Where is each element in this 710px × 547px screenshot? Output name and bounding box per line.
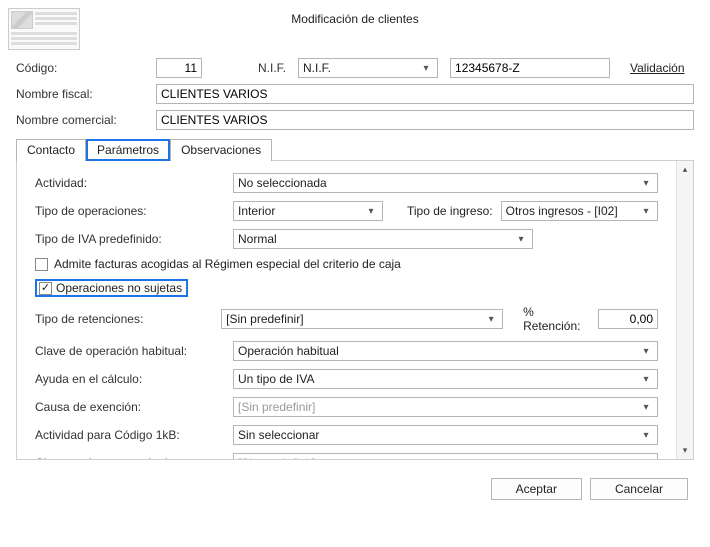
form-header-icon [8,8,80,50]
operaciones-no-sujetas-highlight: Operaciones no sujetas [35,279,188,297]
operaciones-no-sujetas-checkbox[interactable] [39,282,52,295]
nombre-fiscal-label: Nombre fiscal: [16,87,156,101]
nif-type-select[interactable]: N.I.F. ▾ [298,58,438,78]
nombre-comercial-label: Nombre comercial: [16,113,156,127]
tab-contacto[interactable]: Contacto [16,139,86,161]
ayuda-calculo-select[interactable]: Un tipo de IVA▾ [233,369,658,389]
clave-intracom-select[interactable]: [Sin predefinir]▾ [233,453,658,459]
dropdown-icon: ▾ [639,402,653,413]
tab-observaciones[interactable]: Observaciones [170,139,272,161]
scrollbar[interactable]: ▴ ▾ [676,161,693,459]
dropdown-icon: ▾ [364,206,378,217]
tipo-operaciones-select[interactable]: Interior▾ [233,201,383,221]
dropdown-icon: ▾ [639,458,653,460]
dropdown-icon: ▾ [419,63,433,74]
nif-label: N.I.F. [258,61,286,75]
nif-value-input[interactable] [450,58,610,78]
scroll-down-icon[interactable]: ▾ [679,444,692,457]
dropdown-icon: ▾ [639,178,653,189]
codigo-label: Código: [16,61,156,75]
dropdown-icon: ▾ [514,234,528,245]
cancelar-button[interactable]: Cancelar [590,478,688,500]
tipo-operaciones-label: Tipo de operaciones: [35,204,225,218]
nombre-comercial-input[interactable] [156,110,694,130]
tipo-ingreso-label: Tipo de ingreso: [407,204,493,218]
tipo-retenciones-select[interactable]: [Sin predefinir]▾ [221,309,503,329]
scroll-up-icon[interactable]: ▴ [679,163,692,176]
actividad-1kb-select[interactable]: Sin seleccionar▾ [233,425,658,445]
aceptar-button[interactable]: Aceptar [491,478,582,500]
nif-type-value: N.I.F. [303,61,331,75]
tipo-iva-label: Tipo de IVA predefinido: [35,232,225,246]
dropdown-icon: ▾ [484,314,498,325]
admite-facturas-label: Admite facturas acogidas al Régimen espe… [54,257,401,271]
pct-retencion-input[interactable] [598,309,658,329]
clave-operacion-label: Clave de operación habitual: [35,344,225,358]
causa-exencion-label: Causa de exención: [35,400,225,414]
tab-parametros[interactable]: Parámetros [86,139,170,161]
dropdown-icon: ▾ [639,206,653,217]
dropdown-icon: ▾ [639,346,653,357]
actividad-select[interactable]: No seleccionada▾ [233,173,658,193]
actividad-1kb-label: Actividad para Código 1kB: [35,428,225,442]
tipo-retenciones-label: Tipo de retenciones: [35,312,213,326]
pct-retencion-label: % Retención: [523,305,590,333]
admite-facturas-checkbox[interactable] [35,258,48,271]
window-title: Modificación de clientes [92,8,618,26]
dropdown-icon: ▾ [639,374,653,385]
ayuda-calculo-label: Ayuda en el cálculo: [35,372,225,386]
nombre-fiscal-input[interactable] [156,84,694,104]
clave-operacion-select[interactable]: Operación habitual▾ [233,341,658,361]
codigo-input[interactable] [156,58,202,78]
actividad-label: Actividad: [35,176,225,190]
clave-intracom-label: Clave op. intracomunitaria [35,456,225,459]
tipo-iva-select[interactable]: Normal▾ [233,229,533,249]
validacion-link[interactable]: Validación [630,61,684,75]
operaciones-no-sujetas-label: Operaciones no sujetas [56,281,182,295]
causa-exencion-select[interactable]: [Sin predefinir]▾ [233,397,658,417]
dropdown-icon: ▾ [639,430,653,441]
tipo-ingreso-select[interactable]: Otros ingresos - [I02]▾ [501,201,658,221]
